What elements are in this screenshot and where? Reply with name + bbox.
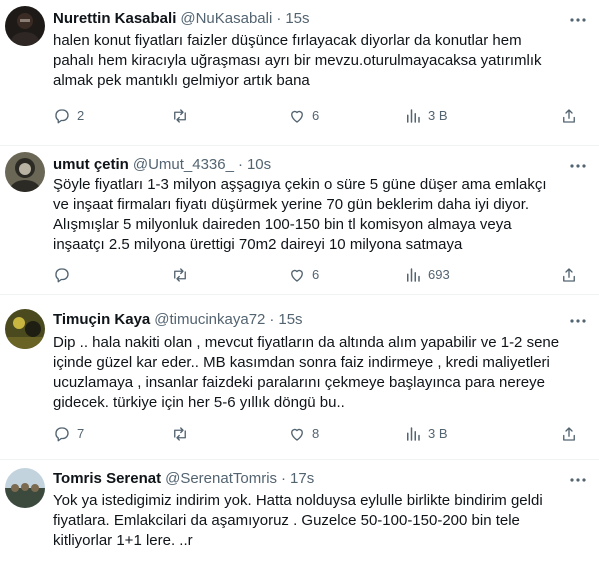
share-button[interactable]: [560, 423, 578, 445]
retweet-button[interactable]: [171, 105, 195, 127]
tweet[interactable]: Nurettin Kasabali @NuKasabali · 15s halen k…: [0, 0, 599, 146]
views-icon: [404, 107, 422, 125]
retweet-button[interactable]: [171, 264, 195, 286]
tweet-header: umut çetin @Umut_4336_ · 10s: [53, 155, 271, 175]
tweet-actions: 6 693: [53, 264, 583, 286]
separator-dot: ·: [281, 470, 287, 487]
views-count: 3 B: [428, 108, 448, 123]
timestamp[interactable]: 10s: [247, 156, 271, 173]
heart-icon: [288, 266, 306, 284]
retweet-icon: [171, 107, 189, 125]
tweet-text: Yok ya istedigimiz indirim yok. Hatta no…: [53, 492, 543, 549]
tweet[interactable]: Timuçin Kaya @timucinkaya72 · 15s Dip .. ha…: [0, 295, 599, 460]
views-button[interactable]: 3 B: [404, 105, 448, 127]
reply-button[interactable]: 2: [53, 105, 84, 127]
tweet[interactable]: umut çetin @Umut_4336_ · 10s Şöyle fiyatlar…: [0, 146, 599, 295]
tweet-actions: 7 8 3 B: [53, 423, 583, 445]
more-icon[interactable]: [568, 472, 588, 488]
views-count: 3 B: [428, 426, 448, 441]
share-button[interactable]: [560, 264, 578, 286]
views-count: 693: [428, 267, 450, 282]
reply-icon: [53, 425, 71, 443]
avatar[interactable]: [5, 152, 45, 192]
tweet-text: Dip .. hala nakiti olan , mevcut fiyatla…: [53, 334, 560, 411]
separator-dot: ·: [276, 10, 282, 27]
display-name[interactable]: umut çetin: [53, 156, 129, 173]
share-icon: [560, 425, 578, 443]
heart-icon: [288, 425, 306, 443]
reply-count: 2: [77, 108, 85, 123]
separator-dot: ·: [237, 156, 243, 173]
reply-button[interactable]: [53, 264, 77, 286]
tweet-text: Şöyle fiyatları 1-3 milyon aşşagıya çeki…: [53, 176, 547, 253]
avatar[interactable]: [5, 468, 45, 508]
share-icon: [560, 107, 578, 125]
views-button[interactable]: 3 B: [404, 423, 448, 445]
tweet-header: Nurettin Kasabali @NuKasabali · 15s: [53, 9, 310, 29]
more-icon[interactable]: [568, 12, 588, 28]
avatar[interactable]: [5, 6, 45, 46]
views-icon: [404, 266, 422, 284]
tweet[interactable]: Tomris Serenat @SerenatTomris · 17s Yok ya …: [0, 460, 599, 565]
tweet-text: halen konut fiyatları faizler düşünce fı…: [53, 32, 542, 89]
like-count: 8: [312, 426, 320, 441]
timestamp[interactable]: 15s: [285, 10, 309, 27]
share-icon: [560, 266, 578, 284]
like-button[interactable]: 6: [288, 105, 319, 127]
views-icon: [404, 425, 422, 443]
avatar[interactable]: [5, 309, 45, 349]
retweet-button[interactable]: [171, 423, 195, 445]
user-handle[interactable]: @Umut_4336_: [133, 156, 234, 173]
more-icon[interactable]: [568, 158, 588, 174]
tweet-header: Tomris Serenat @SerenatTomris · 17s: [53, 469, 314, 489]
display-name[interactable]: Tomris Serenat: [53, 470, 161, 487]
reply-icon: [53, 266, 71, 284]
reply-icon: [53, 107, 71, 125]
retweet-icon: [171, 425, 189, 443]
share-button[interactable]: [560, 105, 578, 127]
user-handle[interactable]: @SerenatTomris: [165, 470, 277, 487]
like-count: 6: [312, 108, 320, 123]
reply-button[interactable]: 7: [53, 423, 84, 445]
user-handle[interactable]: @timucinkaya72: [154, 311, 265, 328]
heart-icon: [288, 107, 306, 125]
timestamp[interactable]: 17s: [290, 470, 314, 487]
tweet-header: Timuçin Kaya @timucinkaya72 · 15s: [53, 310, 303, 330]
user-handle[interactable]: @NuKasabali: [180, 10, 272, 27]
retweet-icon: [171, 266, 189, 284]
reply-count: 7: [77, 426, 85, 441]
more-icon[interactable]: [568, 313, 588, 329]
views-button[interactable]: 693: [404, 264, 450, 286]
display-name[interactable]: Nurettin Kasabali: [53, 10, 176, 27]
tweet-feed: Nurettin Kasabali @NuKasabali · 15s halen k…: [0, 0, 599, 565]
timestamp[interactable]: 15s: [278, 311, 302, 328]
tweet-actions: 2 6 3 B: [53, 105, 583, 127]
like-button[interactable]: 8: [288, 423, 319, 445]
like-count: 6: [312, 267, 320, 282]
display-name[interactable]: Timuçin Kaya: [53, 311, 150, 328]
like-button[interactable]: 6: [288, 264, 319, 286]
separator-dot: ·: [269, 311, 275, 328]
